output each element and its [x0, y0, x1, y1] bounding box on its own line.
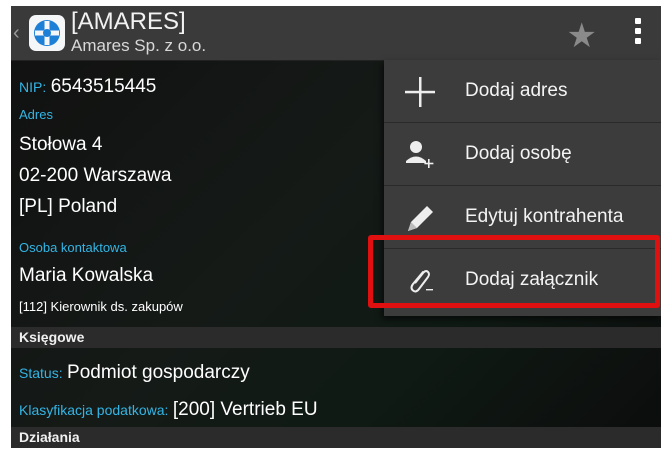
add-person-icon — [406, 141, 434, 168]
contact-name: Maria Kowalska — [19, 265, 154, 286]
tax-value: [200] Vertrieb EU — [172, 399, 318, 420]
tax-row: Klasyfikacja podatkowa: [200] Vertrieb E… — [19, 399, 318, 421]
contact-label: Osoba kontaktowa — [19, 240, 127, 255]
plus-icon — [405, 77, 435, 107]
address-line2: 02-200 Warszawa — [19, 165, 172, 186]
menu-item-label: Edytuj kontrahenta — [465, 206, 624, 227]
menu-item-add-person[interactable]: Dodaj osobę — [384, 123, 661, 186]
address-line1: Stołowa 4 — [19, 134, 103, 155]
attachment-highlight-box — [368, 235, 660, 308]
nip-label: NIP: — [19, 79, 47, 95]
section-accounting: Księgowe — [11, 327, 661, 348]
contact-role: [112] Kierownik ds. zakupów — [19, 299, 183, 314]
menu-item-label: Dodaj adres — [465, 80, 568, 101]
overflow-menu-icon[interactable] — [635, 18, 643, 48]
nip-row: NIP: 6543515445 — [19, 76, 156, 98]
status-value: Podmiot gospodarczy — [67, 362, 250, 383]
status-label: Status: — [19, 365, 63, 381]
company-logo[interactable] — [29, 15, 65, 51]
address-line3: [PL] Poland — [19, 196, 118, 217]
menu-item-add-address[interactable]: Dodaj adres — [384, 60, 661, 123]
section-actions: Działania — [11, 427, 661, 448]
nip-value: 6543515445 — [50, 76, 157, 97]
address-label: Adres — [19, 107, 53, 122]
menu-item-label: Dodaj osobę — [465, 143, 572, 164]
back-chevron-icon[interactable]: ‹ — [13, 22, 20, 45]
tax-label: Klasyfikacja podatkowa: — [19, 402, 169, 418]
status-row: Status: Podmiot gospodarczy — [19, 362, 250, 384]
app-screen: ‹ [AMARES] Amares Sp. z o.o. ★ NIP: 6543… — [11, 6, 661, 448]
star-icon[interactable]: ★ — [567, 16, 597, 56]
page-title: [AMARES] — [71, 8, 186, 35]
page-subtitle: Amares Sp. z o.o. — [71, 36, 207, 55]
action-bar: ‹ [AMARES] Amares Sp. z o.o. ★ — [11, 6, 661, 61]
pencil-icon — [408, 206, 433, 231]
